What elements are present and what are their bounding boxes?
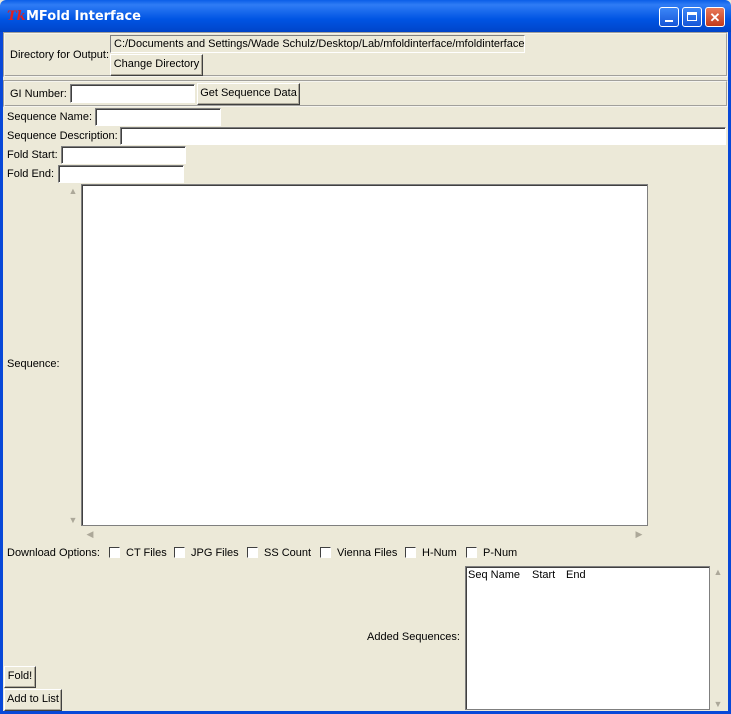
maximize-icon <box>687 12 697 21</box>
sequence-description-label: Sequence Description: <box>7 130 118 142</box>
jpg-files-checkbox[interactable] <box>174 547 185 558</box>
minimize-button[interactable] <box>659 7 679 27</box>
sequence-name-label: Sequence Name: <box>7 111 92 123</box>
jpg-files-label: JPG Files <box>191 547 239 559</box>
sequence-description-input[interactable] <box>120 127 726 145</box>
change-directory-button[interactable]: Change Directory <box>110 54 203 76</box>
scroll-down-icon[interactable]: ▼ <box>66 515 80 525</box>
window-frame-left <box>0 32 3 714</box>
sequence-vertical-scrollbar[interactable]: ▲ ▼ <box>65 185 81 526</box>
gi-number-label: GI Number: <box>10 88 67 100</box>
sequence-horizontal-scrollbar[interactable]: ◀ ▶ <box>81 527 648 543</box>
fold-start-label: Fold Start: <box>7 149 58 161</box>
mfold-window: Tk MFold Interface ✕ Directory for Outpu… <box>0 0 731 714</box>
add-to-list-button[interactable]: Add to List <box>4 689 62 711</box>
p-num-label: P-Num <box>483 547 518 559</box>
fold-end-label: Fold End: <box>7 168 55 180</box>
h-num-label: H-Num <box>422 547 457 559</box>
ss-count-checkbox[interactable] <box>247 547 258 558</box>
vienna-files-checkbox[interactable] <box>320 547 331 558</box>
column-start: Start <box>532 569 556 581</box>
minimize-icon <box>665 20 673 22</box>
p-num-checkbox[interactable] <box>466 547 477 558</box>
scroll-left-icon[interactable]: ◀ <box>83 529 97 540</box>
added-sequences-list[interactable]: Seq Name Start End <box>465 566 710 710</box>
column-end: End <box>566 569 586 581</box>
maximize-button[interactable] <box>682 7 702 27</box>
window-title: MFold Interface <box>26 9 141 24</box>
fold-button[interactable]: Fold! <box>4 666 36 688</box>
ct-files-checkbox[interactable] <box>109 547 120 558</box>
ss-count-label: SS Count <box>264 547 312 559</box>
added-sequences-scrollbar[interactable]: ▲ ▼ <box>710 566 726 710</box>
get-sequence-data-button[interactable]: Get Sequence Data <box>197 83 300 105</box>
added-sequences-label: Added Sequences: <box>367 631 460 643</box>
output-directory-label: Directory for Output: <box>10 49 110 61</box>
list-scroll-up-icon[interactable]: ▲ <box>711 567 725 577</box>
gi-number-input[interactable] <box>70 84 195 103</box>
tk-app-icon: Tk <box>7 9 26 24</box>
close-button[interactable]: ✕ <box>705 7 725 27</box>
output-directory-path: C:/Documents and Settings/Wade Schulz/De… <box>110 35 525 53</box>
vienna-files-label: Vienna Files <box>337 547 398 559</box>
list-scroll-down-icon[interactable]: ▼ <box>711 699 725 709</box>
sequence-textarea[interactable] <box>81 184 648 526</box>
download-options-label: Download Options: <box>7 547 100 559</box>
fold-start-input[interactable] <box>61 146 186 164</box>
h-num-checkbox[interactable] <box>405 547 416 558</box>
scroll-up-icon[interactable]: ▲ <box>66 186 80 196</box>
column-seq-name: Seq Name <box>468 569 520 581</box>
ct-files-label: CT Files <box>126 547 167 559</box>
close-icon: ✕ <box>709 10 721 25</box>
fold-end-input[interactable] <box>58 165 184 183</box>
sequence-name-input[interactable] <box>95 108 221 126</box>
scroll-right-icon[interactable]: ▶ <box>632 529 646 540</box>
title-bar[interactable]: Tk MFold Interface ✕ <box>0 0 731 32</box>
sequence-label: Sequence: <box>7 358 60 370</box>
